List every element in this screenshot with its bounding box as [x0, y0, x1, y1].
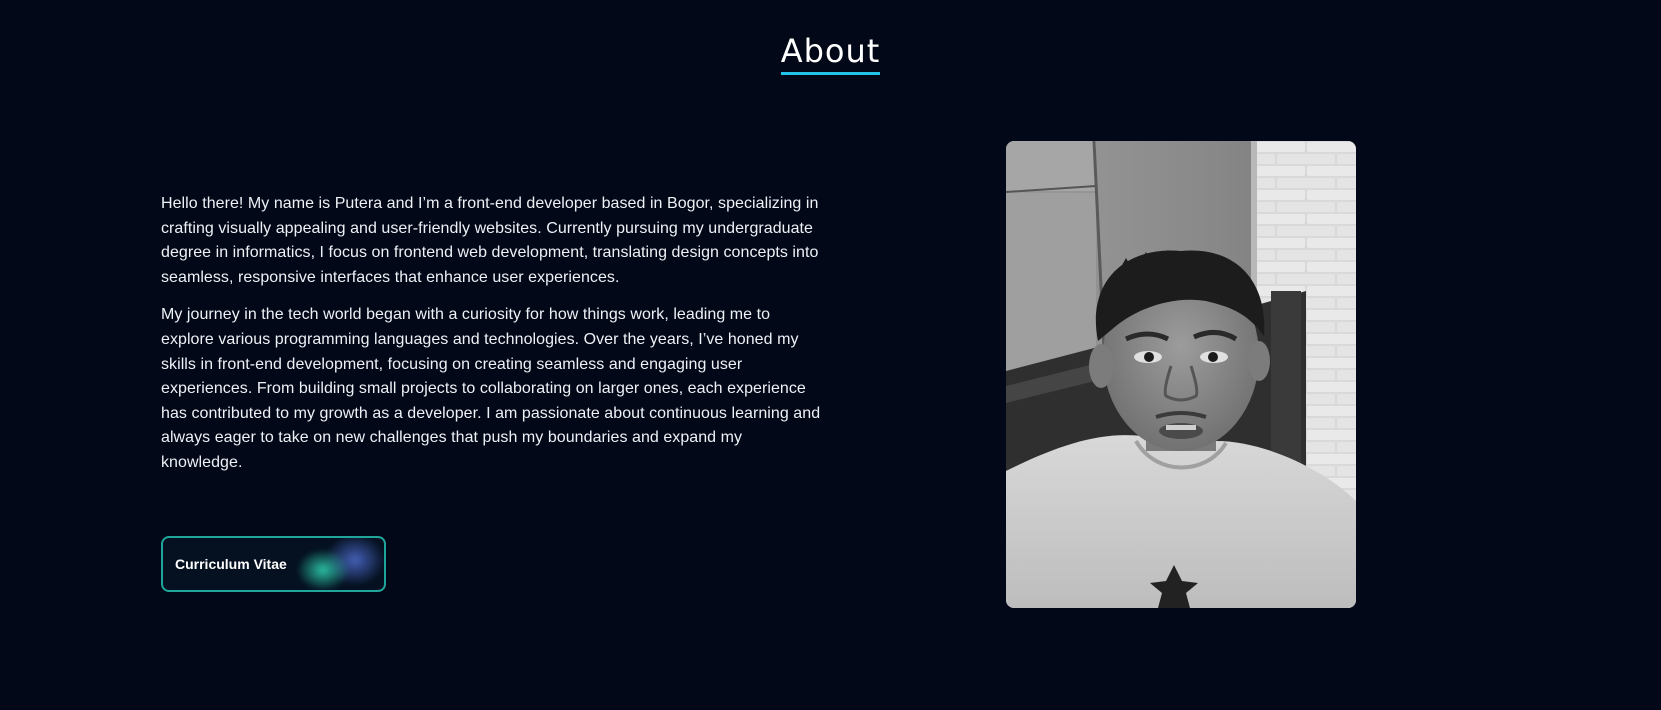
section-header: About	[0, 33, 1661, 76]
about-text: Hello there! My name is Putera and I’m a…	[161, 192, 821, 476]
profile-photo	[1006, 141, 1356, 608]
curriculum-vitae-button[interactable]: Curriculum Vitae	[161, 536, 386, 592]
about-page: About Hello there! My name is Putera and…	[0, 0, 1661, 710]
cv-button-label: Curriculum Vitae	[175, 556, 287, 572]
about-paragraph-intro: Hello there! My name is Putera and I’m a…	[161, 195, 819, 286]
button-glow-decoration	[291, 538, 384, 590]
about-paragraph-journey: My journey in the tech world began with …	[161, 306, 821, 471]
profile-photo-image	[1006, 141, 1356, 608]
page-title: About	[780, 33, 881, 76]
